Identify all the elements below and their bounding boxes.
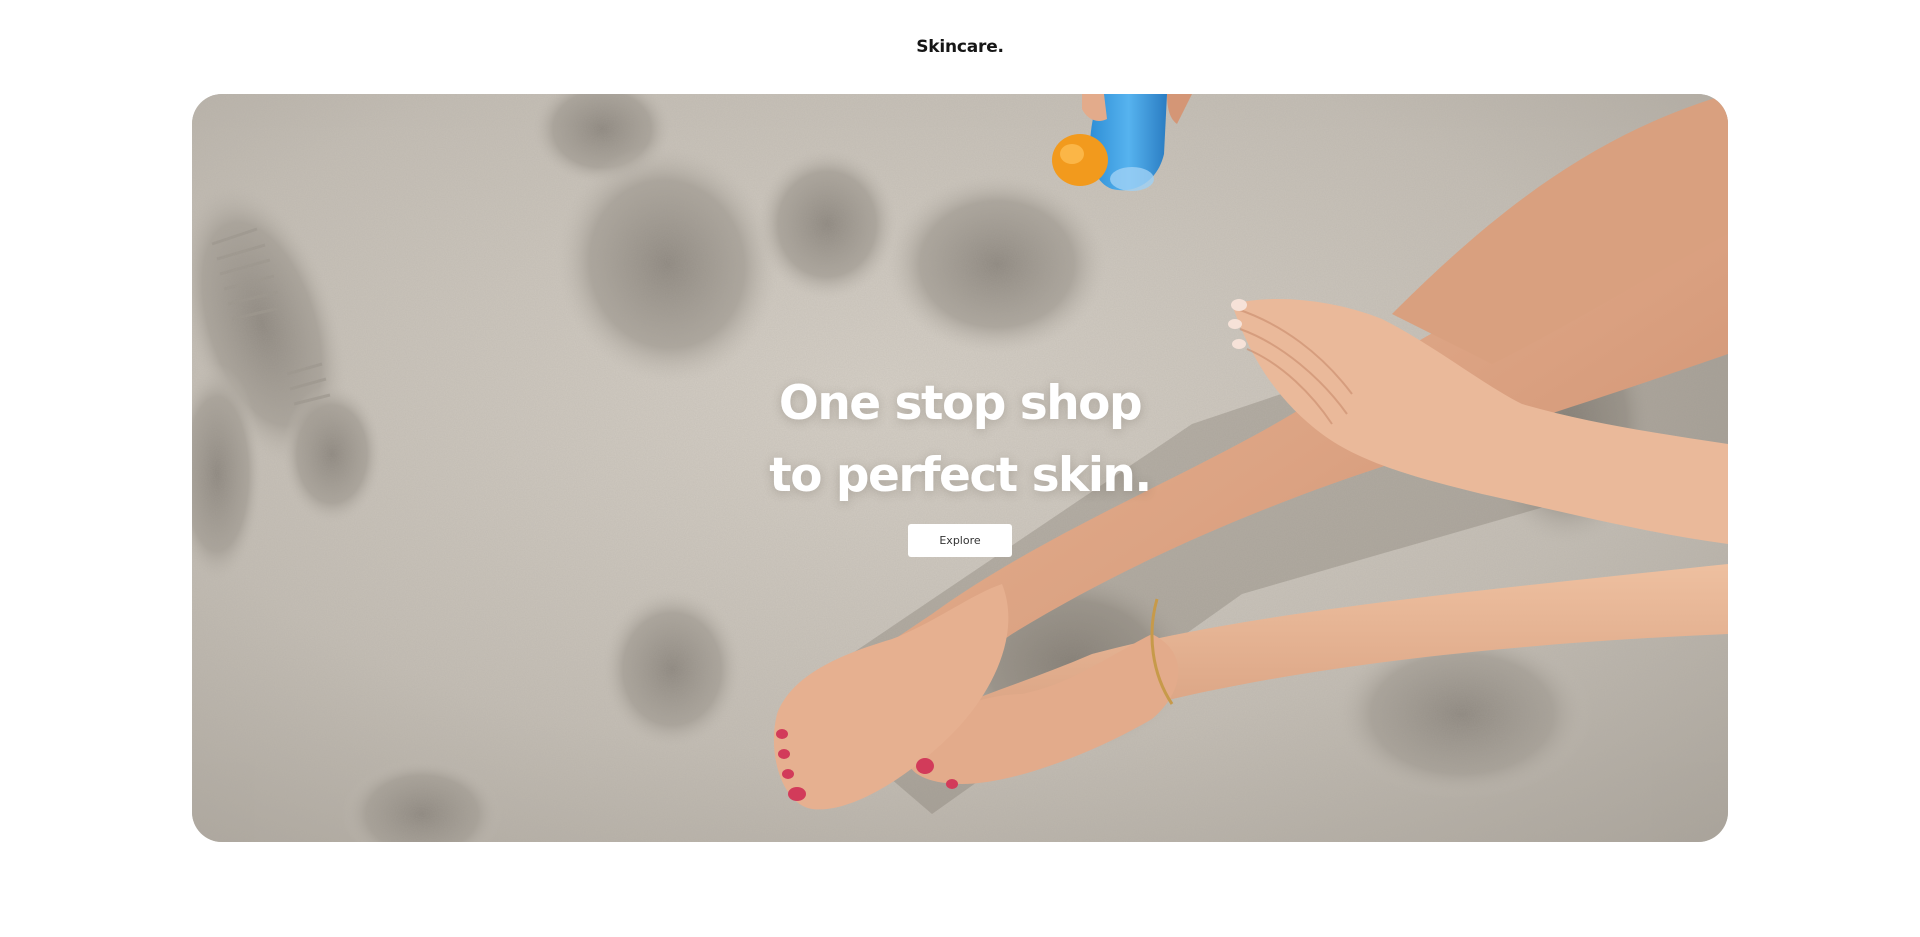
hero-banner: One stop shop to perfect skin. Explore [192,94,1728,842]
explore-button[interactable]: Explore [908,524,1012,557]
hero-headline: One stop shop to perfect skin. [192,368,1728,512]
site-header: Skincare. [0,0,1920,94]
headline-line-2: to perfect skin. [769,448,1152,503]
brand-logo[interactable]: Skincare. [916,37,1004,57]
headline-line-1: One stop shop [778,376,1143,431]
